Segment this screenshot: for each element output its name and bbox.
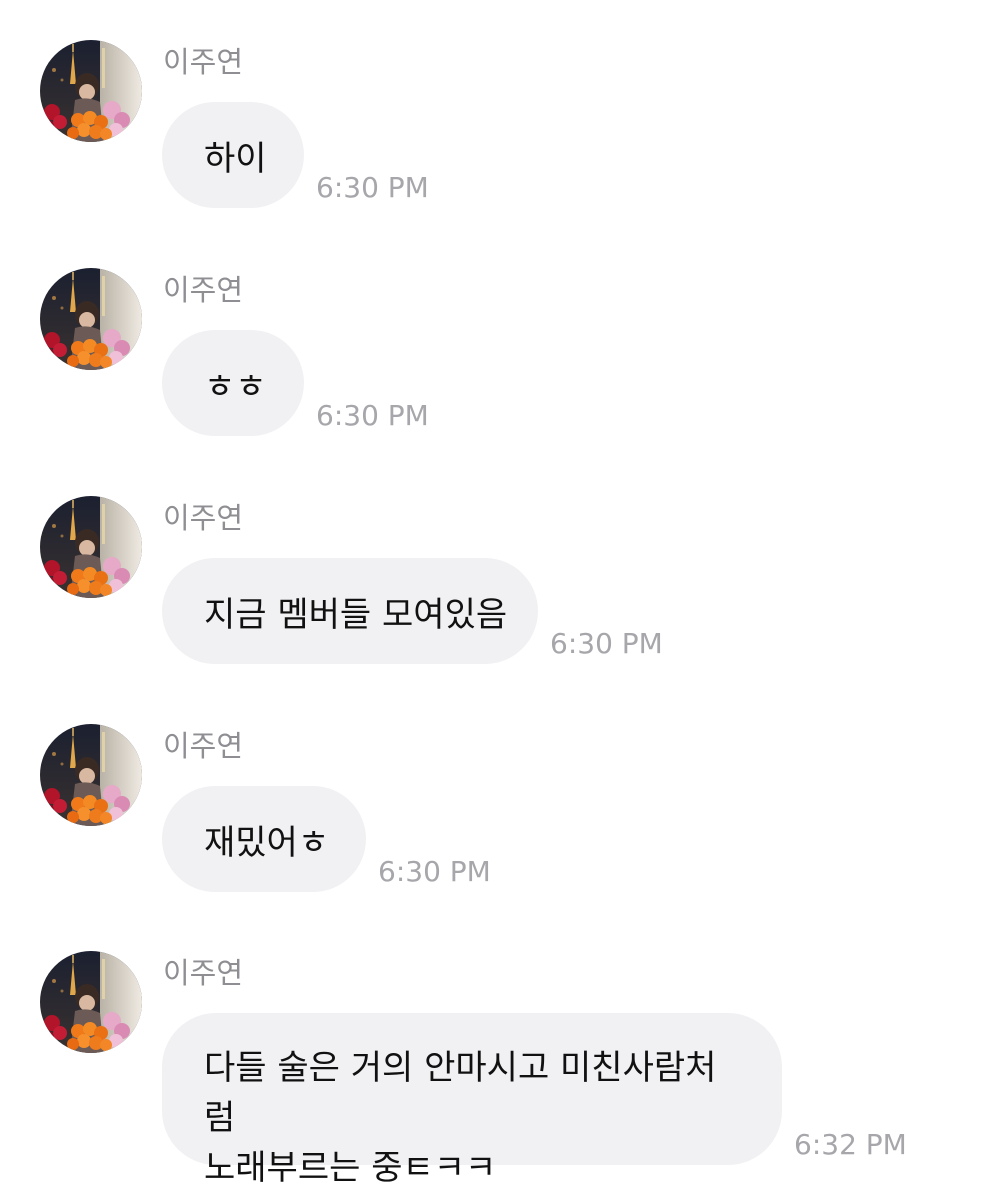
profile-photo-image [40,496,142,598]
profile-photo-image [40,724,142,826]
message-timestamp: 6:32 PM [794,1128,907,1161]
sender-name: 이주연 [163,45,244,79]
message-timestamp: 6:30 PM [550,627,663,660]
sender-name: 이주연 [163,956,244,990]
message-bubble[interactable]: 지금 멤버들 모여있음 [162,558,538,664]
avatar[interactable] [40,268,142,370]
message-timestamp: 6:30 PM [378,855,491,888]
message-timestamp: 6:30 PM [316,399,429,432]
profile-photo-image [40,268,142,370]
message-bubble[interactable]: 재밌어ㅎ [162,786,366,892]
message-bubble[interactable]: 다들 술은 거의 안마시고 미친사람처럼 노래부르는 중ㅌㅋㅋ [162,1013,782,1188]
sender-name: 이주연 [163,729,244,763]
message-bubble[interactable]: 하이 [162,102,304,208]
avatar[interactable] [40,951,142,1053]
avatar[interactable] [40,40,142,142]
avatar[interactable] [40,724,142,826]
profile-photo-image [40,40,142,142]
avatar[interactable] [40,496,142,598]
profile-photo-image [40,951,142,1053]
chat-transcript: 이주연 하이 6:30 PM 이주연 ㅎㅎ 6:30 PM 이주연 지금 멤버들… [0,0,995,1200]
message-timestamp: 6:30 PM [316,171,429,204]
sender-name: 이주연 [163,501,244,535]
sender-name: 이주연 [163,273,244,307]
message-bubble[interactable]: ㅎㅎ [162,330,304,436]
